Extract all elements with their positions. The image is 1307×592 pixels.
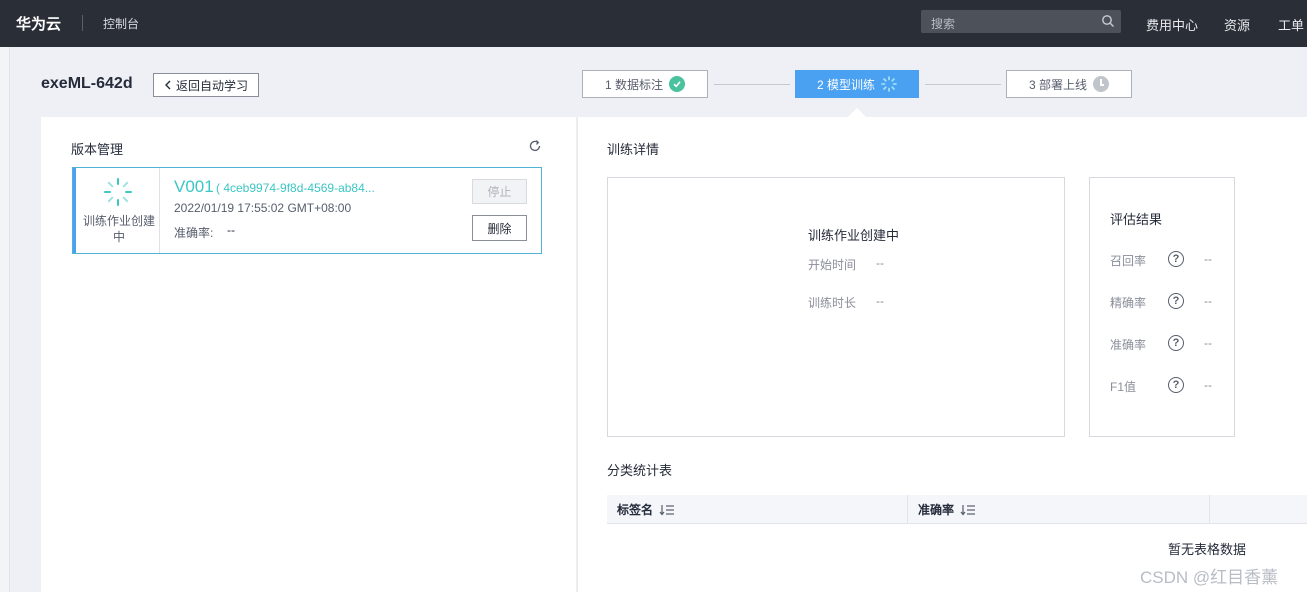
step-model-training[interactable]: 2 模型训练 bbox=[795, 70, 919, 98]
search-icon[interactable] bbox=[1101, 14, 1115, 28]
check-circle-icon bbox=[669, 76, 685, 92]
card-status-column: 训练作业创建中 bbox=[76, 168, 160, 253]
recall-value: -- bbox=[1204, 252, 1212, 266]
loading-spinner-icon bbox=[881, 76, 897, 92]
step-connector bbox=[925, 84, 1001, 85]
step-deploy[interactable]: 3 部署上线 bbox=[1006, 70, 1132, 98]
nav-billing-center[interactable]: 费用中心 bbox=[1146, 15, 1198, 34]
column-header-text: 准确率 bbox=[918, 503, 955, 517]
recall-label: 召回率 bbox=[1110, 254, 1147, 268]
sort-icon[interactable] bbox=[960, 504, 976, 516]
help-circle-icon[interactable]: ? bbox=[1168, 335, 1184, 351]
column-header-label-name[interactable]: 标签名 bbox=[607, 495, 907, 524]
stop-button[interactable]: 停止 bbox=[472, 179, 527, 204]
f1-label: F1值 bbox=[1110, 380, 1137, 394]
refresh-icon[interactable] bbox=[528, 139, 542, 153]
brand-divider bbox=[82, 15, 83, 31]
version-id: ( 4ceb9974-9f8d-4569-ab84... bbox=[216, 181, 375, 195]
search-input[interactable]: 搜索 bbox=[921, 10, 1121, 33]
precision-value: -- bbox=[1204, 294, 1212, 308]
clock-icon bbox=[1093, 76, 1109, 92]
version-accuracy-label: 准确率: bbox=[174, 226, 214, 240]
step-connector bbox=[714, 84, 790, 85]
console-link[interactable]: 控制台 bbox=[103, 15, 139, 32]
start-time-value: -- bbox=[876, 256, 884, 270]
loading-spinner-icon bbox=[104, 178, 132, 206]
active-step-pointer bbox=[848, 108, 866, 117]
help-circle-icon[interactable]: ? bbox=[1168, 293, 1184, 309]
version-accuracy-value: -- bbox=[227, 223, 235, 237]
version-created-time: 2022/01/19 17:55:02 GMT+08:00 bbox=[174, 201, 352, 215]
chevron-left-icon bbox=[164, 80, 171, 90]
table-empty-text: 暂无表格数据 bbox=[1168, 542, 1247, 557]
f1-value: -- bbox=[1204, 378, 1212, 392]
column-header-text: 标签名 bbox=[617, 503, 654, 517]
version-name[interactable]: V001 bbox=[174, 177, 214, 197]
column-header-accuracy[interactable]: 准确率 bbox=[908, 495, 1208, 524]
accuracy-value: -- bbox=[1204, 336, 1212, 350]
step-label: 1 数据标注 bbox=[604, 77, 663, 92]
training-duration-value: -- bbox=[876, 294, 884, 308]
table-header: 标签名 准确率 bbox=[607, 495, 1307, 524]
help-circle-icon[interactable]: ? bbox=[1168, 377, 1184, 393]
step-label: 3 部署上线 bbox=[1028, 77, 1087, 92]
back-to-automl-button[interactable]: 返回自动学习 bbox=[153, 73, 259, 97]
step-label: 2 模型训练 bbox=[816, 77, 875, 92]
training-job-status: 训练作业创建中 bbox=[808, 228, 900, 243]
sort-icon[interactable] bbox=[659, 504, 675, 516]
step-data-labeling[interactable]: 1 数据标注 bbox=[582, 70, 708, 98]
delete-button[interactable]: 删除 bbox=[472, 215, 527, 241]
watermark: CSDN @红目香薰 bbox=[1140, 568, 1279, 587]
training-duration-label: 训练时长 bbox=[808, 296, 857, 310]
training-status-text: 训练作业创建中 bbox=[82, 214, 155, 244]
search-placeholder: 搜索 bbox=[931, 17, 956, 31]
nav-tickets[interactable]: 工单 bbox=[1278, 15, 1304, 34]
start-time-label: 开始时间 bbox=[808, 258, 857, 272]
project-title: exeML-642d bbox=[41, 75, 133, 92]
back-button-label: 返回自动学习 bbox=[175, 78, 248, 93]
evaluation-results-title: 评估结果 bbox=[1110, 212, 1163, 227]
precision-label: 精确率 bbox=[1110, 296, 1147, 310]
top-navigation-bar: 华为云 控制台 搜索 费用中心 资源 工单 bbox=[0, 0, 1307, 47]
training-details-title: 训练详情 bbox=[607, 142, 660, 157]
classification-stats-title: 分类统计表 bbox=[607, 463, 673, 478]
nav-resources[interactable]: 资源 bbox=[1224, 15, 1250, 34]
help-circle-icon[interactable]: ? bbox=[1168, 251, 1184, 267]
brand-logo[interactable]: 华为云 bbox=[16, 13, 61, 34]
column-divider bbox=[1209, 495, 1210, 524]
left-collapsed-sidebar bbox=[0, 47, 10, 592]
version-management-title: 版本管理 bbox=[71, 142, 124, 157]
accuracy-label: 准确率 bbox=[1110, 338, 1147, 352]
